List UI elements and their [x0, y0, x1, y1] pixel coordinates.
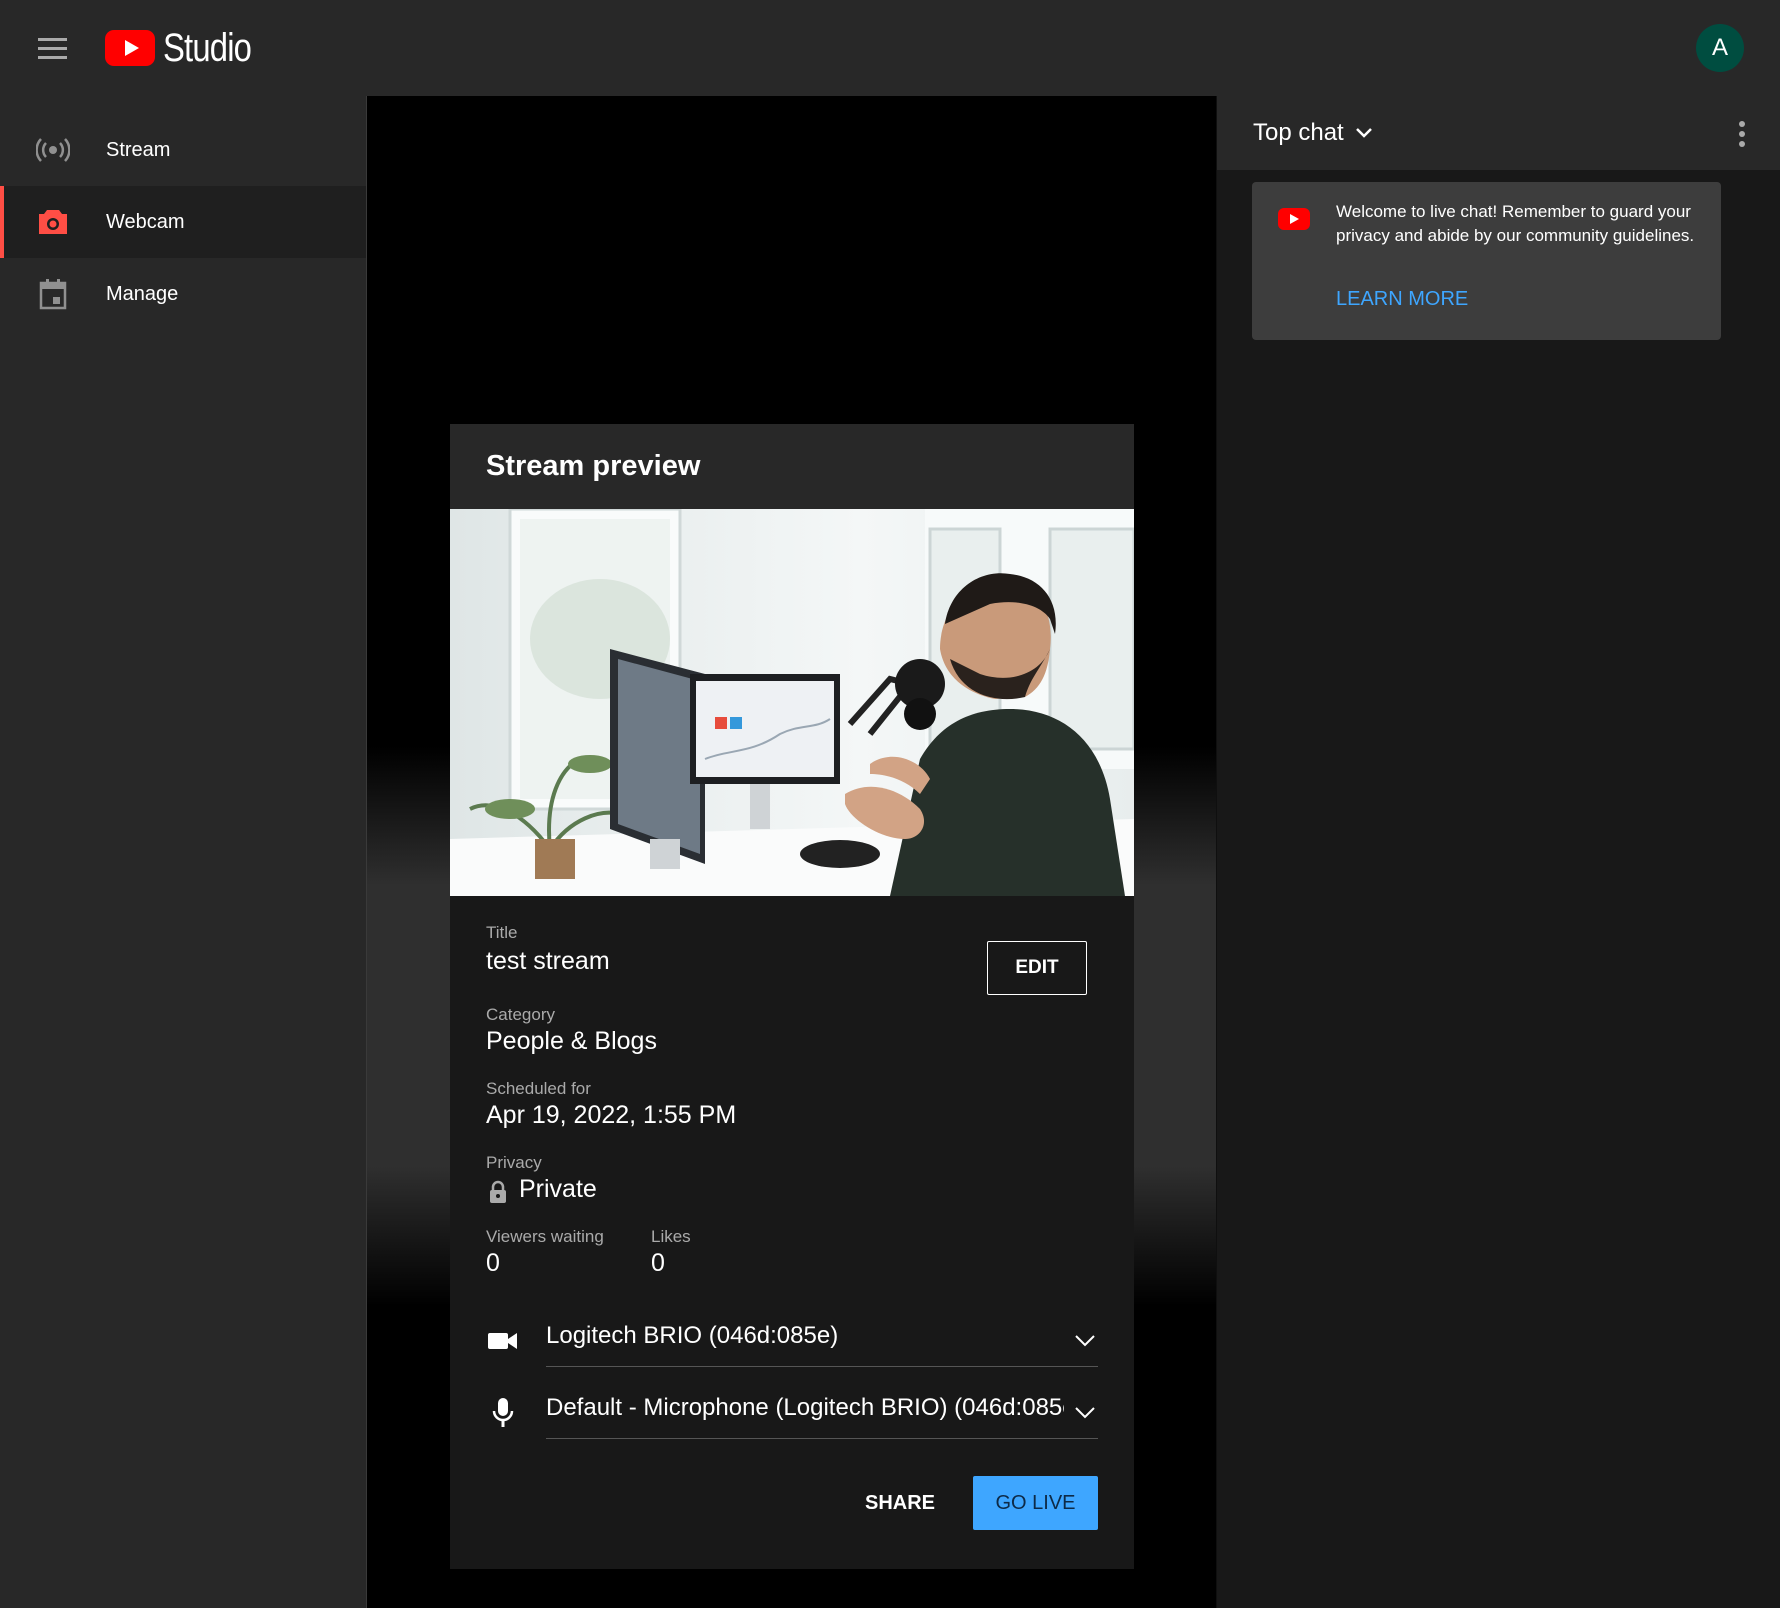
microphone-icon	[486, 1396, 520, 1430]
chat-welcome-message: Welcome to live chat! Remember to guard …	[1252, 182, 1721, 340]
card-header: Stream preview	[450, 424, 1134, 509]
select-underline	[546, 1438, 1098, 1439]
chat-mode-label: Top chat	[1253, 119, 1344, 146]
chat-mode-dropdown[interactable]: Top chat	[1253, 116, 1374, 150]
share-button[interactable]: SHARE	[840, 1476, 960, 1530]
scheduled-label: Scheduled for	[486, 1079, 591, 1098]
stream-preview-card: Stream preview Title test stream EDIT Ca…	[450, 424, 1134, 1569]
microphone-select-value: Default - Microphone (Logitech BRIO) (04…	[546, 1394, 1064, 1421]
microphone-select[interactable]: Default - Microphone (Logitech BRIO) (04…	[486, 1390, 1098, 1439]
go-live-button[interactable]: GO LIVE	[973, 1476, 1098, 1530]
title-value: test stream	[486, 947, 610, 975]
sidebar-item-label: Manage	[106, 282, 179, 305]
learn-more-link[interactable]: LEARN MORE	[1336, 288, 1468, 311]
privacy-value: Private	[519, 1175, 597, 1203]
youtube-logo-icon	[105, 30, 155, 66]
more-options-icon[interactable]	[1729, 118, 1755, 150]
chevron-down-icon	[1072, 1330, 1098, 1350]
category-label: Category	[486, 1005, 555, 1024]
webcam-preview-image	[450, 509, 1134, 896]
viewers-waiting-label: Viewers waiting	[486, 1227, 604, 1246]
hamburger-menu-icon[interactable]	[28, 26, 76, 70]
studio-logo[interactable]: Studio	[105, 25, 270, 70]
account-avatar[interactable]: A	[1696, 24, 1744, 72]
camera-select-value: Logitech BRIO (046d:085e)	[546, 1322, 839, 1349]
card-title: Stream preview	[486, 450, 701, 482]
title-label: Title	[486, 923, 518, 942]
calendar-icon	[36, 277, 70, 311]
edit-button[interactable]: EDIT	[987, 941, 1087, 995]
top-bar: Studio A	[0, 0, 1780, 96]
sidebar-item-label: Webcam	[106, 210, 185, 233]
sidebar: Stream Webcam Manage	[0, 96, 367, 1608]
broadcast-icon	[36, 133, 70, 167]
scheduled-value: Apr 19, 2022, 1:55 PM	[486, 1101, 737, 1129]
youtube-icon	[1278, 208, 1310, 230]
chevron-down-icon	[1072, 1402, 1098, 1422]
viewers-waiting-value: 0	[486, 1249, 500, 1277]
chat-header: Top chat	[1217, 96, 1780, 170]
select-underline	[546, 1366, 1098, 1367]
sidebar-item-label: Stream	[106, 138, 171, 161]
sidebar-item-manage[interactable]: Manage	[0, 258, 366, 330]
welcome-text: Welcome to live chat! Remember to guard …	[1336, 202, 1695, 245]
sidebar-item-webcam[interactable]: Webcam	[0, 186, 366, 258]
likes-label: Likes	[651, 1227, 691, 1246]
lock-icon	[488, 1180, 508, 1209]
video-camera-icon	[486, 1324, 520, 1358]
sidebar-item-stream[interactable]: Stream	[0, 114, 366, 186]
likes-value: 0	[651, 1249, 665, 1277]
category-value: People & Blogs	[486, 1027, 657, 1055]
camera-select[interactable]: Logitech BRIO (046d:085e)	[486, 1318, 1098, 1367]
privacy-label: Privacy	[486, 1153, 542, 1172]
camera-icon	[36, 205, 70, 239]
live-chat-panel: Top chat Welcome to live chat! Remember …	[1217, 96, 1780, 1608]
brand-name: Studio	[163, 25, 252, 70]
chevron-down-icon	[1355, 128, 1372, 138]
